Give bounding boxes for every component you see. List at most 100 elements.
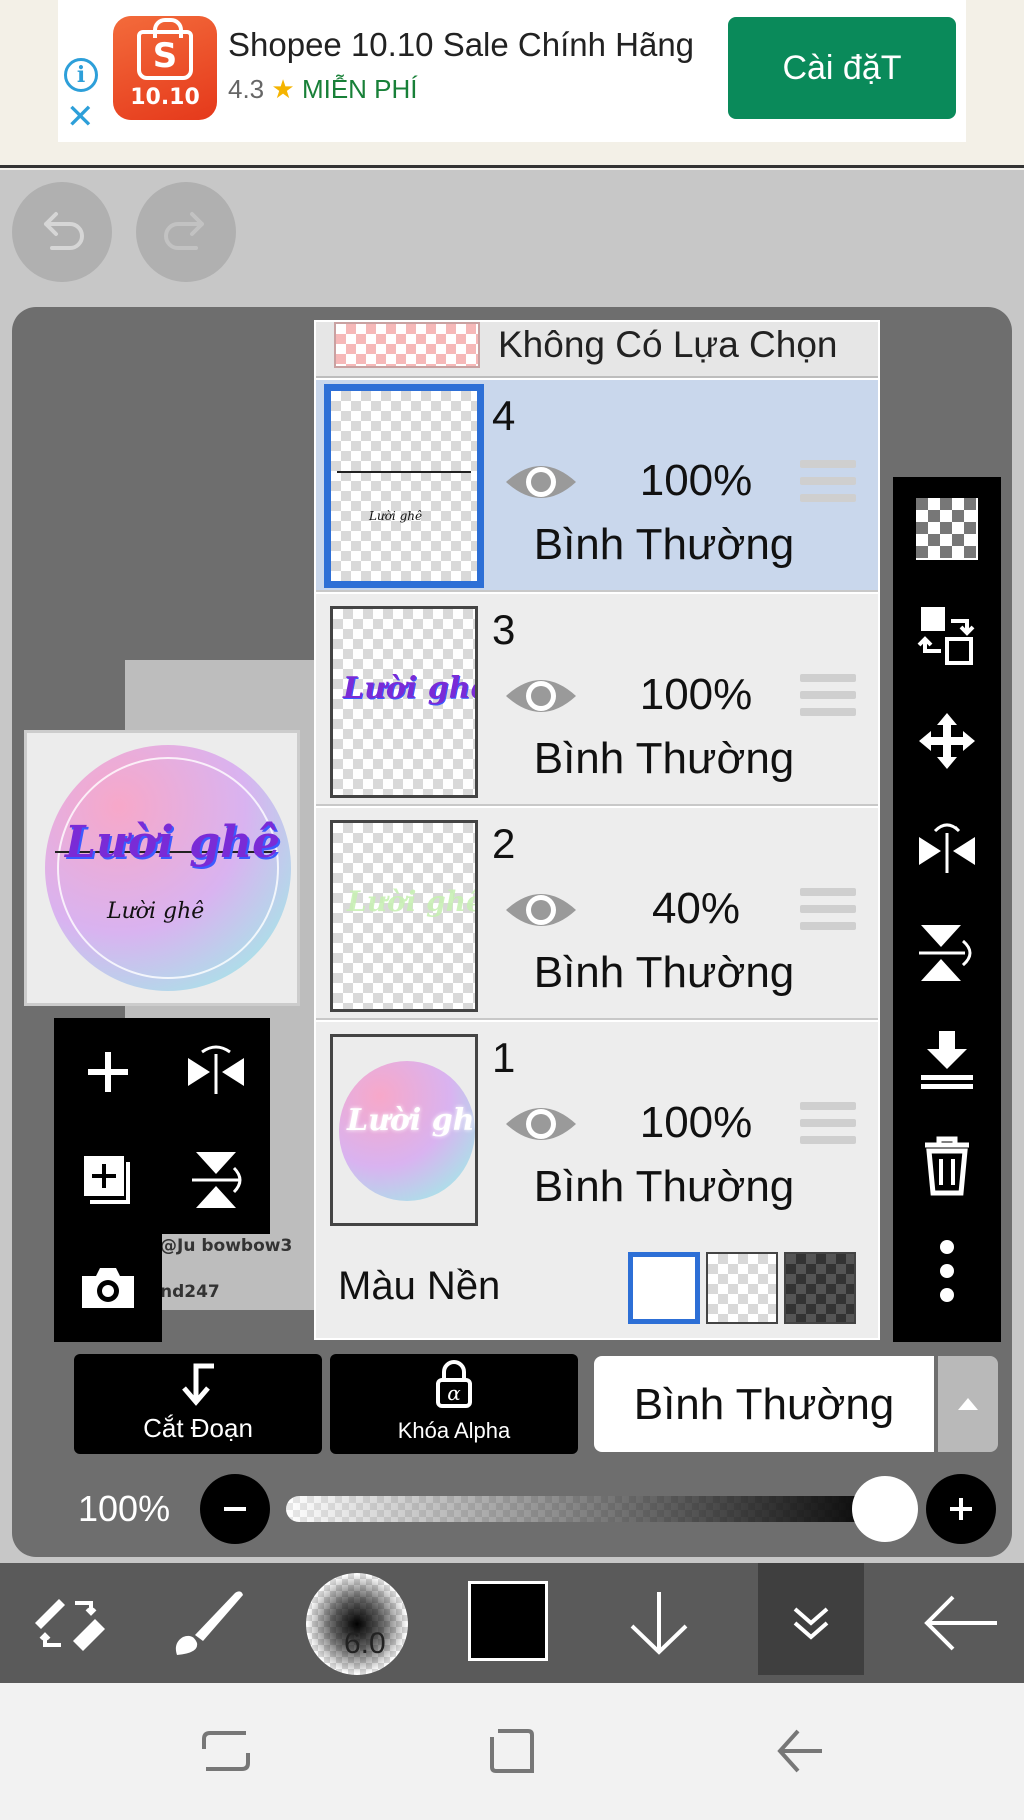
recent-apps-button[interactable]	[196, 1721, 256, 1781]
redo-icon	[164, 212, 204, 250]
flip-vertical-icon	[919, 925, 972, 981]
home-button[interactable]	[482, 1721, 542, 1781]
brush-eraser-switch-icon	[35, 1599, 105, 1651]
back-arrow-icon	[777, 1729, 822, 1773]
arrow-left-icon	[924, 1595, 997, 1651]
layer-thumbnail[interactable]: Lười ghê	[330, 820, 478, 1012]
ad-info-icon[interactable]: i	[64, 58, 98, 92]
home-icon	[490, 1729, 534, 1773]
layer-blend-mode: Bình Thường	[533, 520, 795, 569]
duplicate-icon	[84, 1156, 130, 1204]
clipping-button[interactable]: Cắt Đoạn	[74, 1354, 322, 1454]
layer-row-4[interactable]: Lười ghê 4 100% Bình Thường	[316, 380, 878, 592]
canvas-text-id: nd247	[160, 1282, 220, 1302]
flip-horizontal-right-button[interactable]	[893, 795, 1001, 899]
blend-mode-dropdown-button[interactable]	[938, 1356, 998, 1452]
canvas-text-credit: @Ju bowbow3	[160, 1236, 293, 1256]
blend-mode-select[interactable]: Bình Thường	[594, 1356, 934, 1452]
undo-button[interactable]	[12, 182, 112, 282]
plus-icon	[950, 1498, 972, 1520]
thumb-subtitle: Lười ghê	[107, 899, 205, 924]
duplicate-layer-button[interactable]	[54, 1126, 162, 1234]
flip-vertical-button[interactable]	[162, 1126, 270, 1234]
no-selection-row[interactable]: Không Có Lựa Chọn	[316, 322, 878, 378]
undo-icon	[44, 212, 84, 250]
drag-handle-icon[interactable]	[800, 460, 856, 510]
camera-button[interactable]	[54, 1234, 162, 1342]
layer-thumbnail[interactable]: Lười ghê	[324, 384, 484, 588]
brush-size-button[interactable]: 6.0	[306, 1573, 408, 1675]
flip-horizontal-button[interactable]	[162, 1018, 270, 1126]
lock-alpha-icon: α	[436, 1360, 472, 1408]
thumb-title: Lười ghê	[65, 817, 281, 868]
ad-subtitle: 4.3 ★ MIỄN PHÍ	[228, 74, 418, 105]
expand-button[interactable]	[756, 1563, 866, 1683]
visibility-eye-icon[interactable]	[502, 884, 580, 936]
background-white-swatch[interactable]	[628, 1252, 700, 1324]
background-transparent-swatch[interactable]	[706, 1252, 778, 1324]
tool-switch-button[interactable]	[14, 1563, 124, 1683]
camera-icon	[82, 1268, 134, 1308]
trash-icon	[925, 1136, 969, 1196]
redo-button[interactable]	[136, 182, 236, 282]
background-color-row: Màu Nền	[316, 1232, 878, 1338]
layer-thumb-text: Lười ghê	[369, 509, 423, 523]
layer-opacity: 40%	[651, 884, 741, 933]
bottom-toolbar: 6.0	[0, 1563, 1024, 1683]
checkerboard-icon	[916, 498, 978, 560]
flip-vertical-right-button[interactable]	[893, 901, 1001, 1005]
visibility-eye-icon[interactable]	[502, 456, 580, 508]
merge-down-button[interactable]	[893, 1007, 1001, 1111]
move-button[interactable]	[893, 689, 1001, 793]
opacity-decrease-button[interactable]	[200, 1474, 270, 1544]
ad-banner[interactable]: i ✕ S 10.10 Shopee 10.10 Sale Chính Hãng…	[0, 0, 1024, 168]
layer-row-2[interactable]: Lười ghê 2 40% Bình Thường	[316, 808, 878, 1020]
visibility-eye-icon[interactable]	[502, 1098, 580, 1150]
layer-blend-mode: Bình Thường	[533, 1162, 795, 1211]
layer-thumb-text: Lười ghê	[347, 885, 478, 918]
swap-layer-button[interactable]	[893, 583, 1001, 687]
ad-install-button[interactable]: Cài đặT	[728, 17, 956, 119]
brush-tool-button[interactable]	[154, 1563, 264, 1683]
layer-blend-mode: Bình Thường	[533, 734, 795, 783]
drag-handle-icon[interactable]	[800, 888, 856, 938]
alpha-lock-button[interactable]: α Khóa Alpha	[330, 1354, 578, 1454]
background-dark-swatch[interactable]	[784, 1252, 856, 1324]
layers-panel: Không Có Lựa Chọn Lười ghê 4 100% Bình T…	[314, 320, 880, 1340]
layer-down-button[interactable]	[604, 1563, 714, 1683]
layer-row-3[interactable]: Lười ghê 3 100% Bình Thường	[316, 594, 878, 806]
background-label: Màu Nền	[338, 1264, 501, 1308]
transparency-button[interactable]	[893, 477, 1001, 581]
layer-opacity: 100%	[639, 1098, 753, 1147]
add-layer-button[interactable]	[54, 1018, 162, 1126]
flip-horizontal-icon	[188, 1045, 244, 1094]
shopee-logo-icon[interactable]: S 10.10	[113, 16, 217, 120]
layer-thumbnail[interactable]: Lười ghê	[330, 606, 478, 798]
canvas-thumbnail[interactable]: Lười ghê Lười ghê	[24, 730, 300, 1006]
layer-thumbnail[interactable]: Lười ghê	[330, 1034, 478, 1226]
ad-price: MIỄN PHÍ	[301, 74, 418, 104]
swap-icon	[917, 607, 975, 665]
selection-thumbnail	[334, 322, 480, 368]
more-vertical-icon	[940, 1240, 954, 1302]
drag-handle-icon[interactable]	[800, 1102, 856, 1152]
system-back-button[interactable]	[770, 1721, 830, 1781]
plus-icon	[88, 1052, 128, 1092]
ad-title[interactable]: Shopee 10.10 Sale Chính Hãng	[228, 26, 694, 64]
visibility-eye-icon[interactable]	[502, 670, 580, 722]
color-swatch-button[interactable]	[468, 1581, 548, 1661]
more-options-button[interactable]	[893, 1219, 1001, 1323]
layer-blend-mode: Bình Thường	[533, 948, 795, 997]
opacity-slider[interactable]	[286, 1496, 894, 1522]
flip-vertical-icon	[192, 1152, 242, 1208]
ad-close-icon[interactable]: ✕	[66, 100, 95, 134]
opacity-increase-button[interactable]	[926, 1474, 996, 1544]
back-button[interactable]	[906, 1563, 1016, 1683]
logo-letter: S	[152, 36, 178, 76]
drag-handle-icon[interactable]	[800, 674, 856, 724]
system-nav-bar	[0, 1683, 1024, 1820]
opacity-slider-knob[interactable]	[852, 1476, 918, 1542]
delete-layer-button[interactable]	[893, 1113, 1001, 1217]
layer-row-1[interactable]: Lười ghê 1 100% Bình Thường	[316, 1022, 878, 1234]
clipping-label: Cắt Đoạn	[143, 1413, 253, 1443]
